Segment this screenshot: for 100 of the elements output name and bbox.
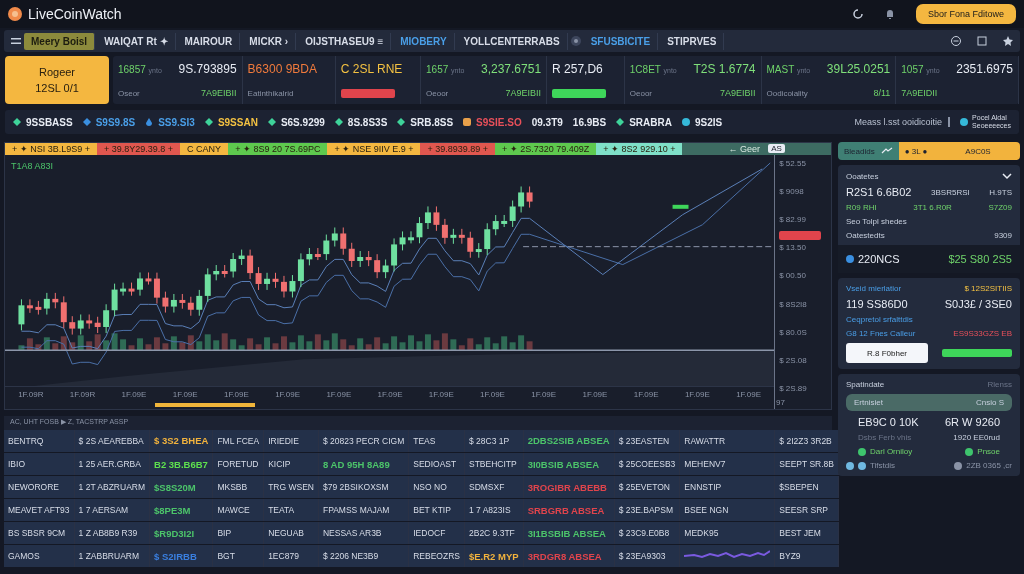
nav-tab[interactable]: MIOBERY: [393, 32, 455, 50]
x-axis-label: 1F.09E: [172, 389, 198, 399]
nav-tab[interactable]: MAIROUR: [177, 32, 241, 50]
table-cell: GAMOS: [4, 544, 75, 568]
range-tab[interactable]: ← Geer AS: [682, 143, 831, 155]
y-axis-label: $ 80.0S: [779, 327, 808, 337]
coin-price[interactable]: SRB.8SS: [410, 116, 454, 128]
ticker-label: Oeoor: [629, 89, 652, 98]
details-link[interactable]: Ceqpretol srfalttdis: [846, 315, 1012, 324]
star-icon[interactable]: [1002, 35, 1014, 47]
table-cell: BS SBSR 9CM: [4, 521, 75, 545]
table-cell: FML FCEA: [212, 429, 264, 453]
ticker-value: 8/11: [873, 88, 891, 98]
range-badge: AS: [768, 144, 785, 154]
nav-tab[interactable]: MICKR ›: [242, 32, 297, 50]
coin-price[interactable]: 09.3T9: [531, 116, 563, 128]
toggle-icon[interactable]: [569, 35, 582, 47]
ticker-symbol: MAST: [766, 64, 795, 75]
featured-value: 12SL 0/1: [35, 82, 79, 94]
market-tab[interactable]: + 39.8939.89 +: [420, 143, 496, 155]
menu-icon[interactable]: [10, 35, 22, 47]
market-tab[interactable]: + ✦ NSE 9IIV E.9 +: [327, 143, 421, 155]
coin-price[interactable]: S9SIE.SO: [476, 116, 522, 128]
table-cell: $ 2S AEAREBBA: [74, 429, 150, 453]
coin-price[interactable]: SRABRA: [629, 116, 672, 128]
coin-price[interactable]: 9S2IS: [694, 116, 723, 128]
nav-tab[interactable]: Meery Boisl: [24, 32, 96, 50]
nav-tab[interactable]: STIPRVES: [660, 32, 725, 50]
ticker-value: 7A9EIBII: [720, 88, 756, 98]
nav-tab[interactable]: YOLLCENTERRABS: [456, 32, 568, 50]
ticker-price: R 257,D6: [552, 62, 603, 76]
marker: [672, 204, 689, 209]
side-tab[interactable]: ● 3L ●: [898, 142, 960, 160]
stat-value: H.9TS: [989, 187, 1012, 197]
table-cell: $ 23EASTEN: [614, 429, 680, 453]
chevron-icon[interactable]: [1002, 171, 1012, 181]
market-tab[interactable]: + ✦ 2S.7320 79.409Z: [495, 143, 597, 155]
x-axis-label: 1F.09E: [121, 389, 147, 399]
side-tab[interactable]: A9C0S: [959, 142, 1020, 160]
coin-price[interactable]: 8S.8S3S: [347, 116, 388, 128]
coin-price[interactable]: SS9.SI3: [158, 116, 195, 128]
market-tab[interactable]: + ✦ NSI 3B.L9S9 +: [5, 143, 98, 155]
coin-price[interactable]: S6S.9299: [280, 116, 325, 128]
y-axis-label: $ 00.50: [779, 271, 807, 281]
card-title: Spatindate: [846, 380, 885, 389]
y-axis-label: $ 2S.89: [779, 384, 808, 393]
ticker-label: Eatinthikalrid: [247, 89, 294, 98]
status-dot: [954, 461, 963, 470]
volume-button[interactable]: R.8 F0bher: [846, 343, 928, 363]
x-axis-label: 1F.09E: [326, 389, 352, 399]
x-axis-label: 1F.09E: [531, 389, 557, 399]
nav-tab[interactable]: SFUSBICITE: [583, 32, 659, 50]
header-button[interactable]: Sbor Fona Fditowe: [915, 4, 1016, 24]
market-tab[interactable]: + ✦ 8S9 20 7S.69PC: [228, 143, 328, 155]
footer-label: Tifstdis: [870, 461, 896, 470]
volume-note: G8 12 Fnes Calleur: [846, 329, 916, 338]
y-axis-label: $ 82.99: [779, 215, 807, 225]
stat-value: R09 RHI: [846, 203, 877, 212]
card-title: Vseid mierlatior: [846, 284, 902, 293]
coin-price[interactable]: 9SSBASS: [26, 116, 73, 128]
ticker-price: 2351.6975: [956, 62, 1013, 76]
market-tab[interactable]: + ✦ 8S2 929.10 +: [596, 143, 683, 155]
card-subtitle: Seo Tolpl shedes: [846, 217, 908, 226]
stat-value: 3T1 6.R0R: [913, 203, 952, 212]
refresh-icon[interactable]: [851, 8, 864, 20]
summary-value: EB9C 0 10K: [858, 416, 919, 428]
y-axis-label: $ 2S.08: [779, 355, 808, 365]
ticker-price: T2S 1.6774: [693, 62, 756, 76]
y-axis-label: $ 9098: [779, 187, 805, 196]
footer-value: 2ZB 0365 ,cr: [966, 461, 1012, 470]
x-axis-label: 1F.09E: [633, 389, 659, 399]
scroll-handle[interactable]: [155, 403, 255, 407]
status-label: Darl Orniloy: [870, 447, 913, 456]
ticker-value: 7A9EIDII: [901, 88, 938, 98]
table-cell: $ 20823 PECR CIGM: [318, 429, 409, 453]
diamond-icon: [13, 118, 21, 126]
coin-price[interactable]: S9S9.8S: [95, 116, 136, 128]
nav-tab[interactable]: OIJSTHASEU9 ≡: [298, 32, 392, 50]
status-label: Pnsoe: [977, 447, 1000, 456]
x-axis-label: 1F.09E: [275, 389, 301, 399]
price-tag: [779, 230, 822, 240]
diamond-icon: [267, 118, 276, 126]
summary-value: 6R W 9260: [944, 416, 1000, 428]
diamond-icon: [616, 118, 625, 126]
table-cell: $ 3S2 BHEA: [149, 429, 213, 453]
diamond-icon: [82, 118, 91, 126]
coin-price[interactable]: 16.9BS: [572, 116, 607, 128]
coin-icon: [846, 255, 854, 263]
market-tab[interactable]: + 39.8Y29.39.8 +: [97, 143, 181, 155]
coin-price[interactable]: S9SSAN: [217, 116, 258, 128]
volume-note-value: ES9S33GZS EB: [953, 329, 1012, 338]
volume-amount: $ 12S2SITIIS: [964, 284, 1012, 293]
ticker-label: Oodicoiality: [766, 89, 808, 98]
x-axis-label: 1F.09R: [69, 389, 96, 399]
coin-note: Meass l.sst ooidicoitie: [854, 117, 951, 127]
nav-tab[interactable]: WAIQAT Rt ✦: [97, 32, 176, 50]
featured-card[interactable]: Rogeer 12SL 0/1: [5, 56, 109, 104]
ticker-symbol: 1657: [426, 64, 449, 75]
market-tab[interactable]: C CANY: [180, 143, 229, 155]
x-axis-label: 1F.09E: [684, 389, 710, 399]
